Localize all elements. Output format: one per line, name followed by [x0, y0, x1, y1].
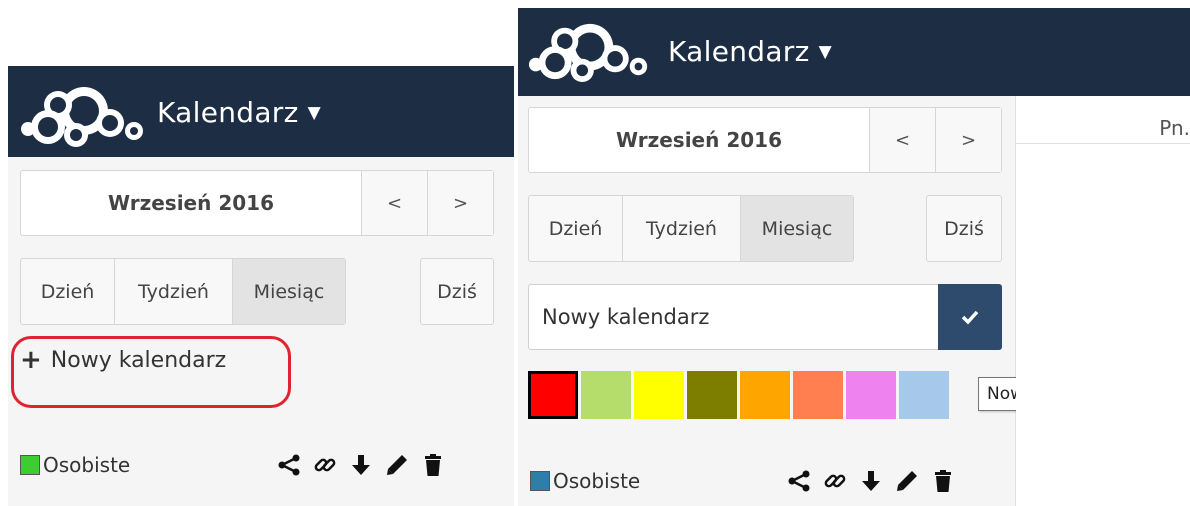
date-picker-button[interactable]: Wrzesień 2016 — [529, 108, 869, 172]
view-switcher: Dzień Tydzień Miesiąc — [528, 195, 854, 262]
owncloud-logo-icon[interactable] — [18, 79, 148, 149]
next-button[interactable]: > — [427, 171, 493, 235]
calendar-name: Osobiste — [553, 469, 641, 493]
new-calendar-link[interactable]: + Nowy kalendarz — [20, 347, 226, 373]
color-palette — [528, 371, 952, 419]
date-picker-button[interactable]: Wrzesień 2016 — [21, 171, 361, 235]
app-header: Kalendarz ▼ — [8, 66, 514, 157]
download-icon[interactable] — [348, 452, 374, 478]
new-calendar-input[interactable] — [528, 284, 938, 350]
color-swatch[interactable] — [687, 371, 737, 419]
app-menu-button[interactable]: Kalendarz ▼ — [668, 35, 832, 68]
view-month-button[interactable]: Miesiąc — [233, 259, 345, 324]
confirm-button[interactable] — [938, 284, 1002, 350]
pencil-icon[interactable] — [384, 452, 410, 478]
new-calendar-form — [528, 284, 1002, 350]
view-day-button[interactable]: Dzień — [529, 196, 623, 261]
previous-button[interactable]: < — [361, 171, 427, 235]
left-screenshot: Kalendarz ▼ Wrzesień 2016 < > Dzień Tydz… — [8, 66, 514, 506]
calendar-color-swatch[interactable] — [20, 455, 40, 475]
view-day-button[interactable]: Dzień — [21, 259, 115, 324]
caret-down-icon: ▼ — [307, 102, 321, 123]
app-title: Kalendarz — [157, 96, 299, 129]
view-month-button[interactable]: Miesiąc — [741, 196, 853, 261]
today-button[interactable]: Dziś — [420, 258, 494, 325]
app-header: Kalendarz ▼ — [518, 8, 1190, 96]
new-calendar-label: Nowy kalendarz — [50, 347, 227, 373]
color-swatch[interactable] — [740, 371, 790, 419]
calendar-list-item[interactable]: Osobiste — [530, 461, 1010, 501]
date-picker: Wrzesień 2016 < > — [20, 170, 494, 236]
previous-button[interactable]: < — [869, 108, 935, 172]
checkmark-icon — [961, 310, 979, 325]
view-switcher: Dzień Tydzień Miesiąc — [20, 258, 346, 325]
color-swatch[interactable] — [899, 371, 949, 419]
share-icon[interactable] — [786, 468, 812, 494]
date-picker: Wrzesień 2016 < > — [528, 107, 1002, 173]
app-menu-button[interactable]: Kalendarz ▼ — [157, 96, 321, 129]
calendar-actions — [276, 452, 456, 478]
calendar-name: Osobiste — [43, 453, 131, 477]
header-divider — [1016, 143, 1190, 144]
caret-down-icon: ▼ — [818, 41, 832, 62]
sidebar: Wrzesień 2016 < > Dzień Tydzień Miesiąc … — [8, 157, 514, 506]
color-swatch[interactable] — [846, 371, 896, 419]
view-week-button[interactable]: Tydzień — [623, 196, 741, 261]
pencil-icon[interactable] — [894, 468, 920, 494]
download-icon[interactable] — [858, 468, 884, 494]
app-title: Kalendarz — [668, 35, 810, 68]
calendar-actions — [786, 468, 966, 494]
plus-icon: + — [20, 345, 42, 375]
right-screenshot: Kalendarz ▼ Wrzesień 2016 < > Dzień Tydz… — [518, 8, 1190, 506]
day-column-header: Pn. — [1159, 116, 1190, 140]
color-swatch[interactable] — [528, 371, 578, 419]
trash-icon[interactable] — [420, 452, 446, 478]
sidebar: Wrzesień 2016 < > Dzień Tydzień Miesiąc … — [518, 96, 1132, 506]
calendar-main-area: Pn. — [1016, 96, 1190, 506]
share-icon[interactable] — [276, 452, 302, 478]
calendar-list-item[interactable]: Osobiste — [20, 445, 500, 485]
view-week-button[interactable]: Tydzień — [115, 259, 233, 324]
color-swatch[interactable] — [581, 371, 631, 419]
today-button[interactable]: Dziś — [926, 195, 1002, 262]
link-icon[interactable] — [312, 452, 338, 478]
calendar-color-swatch[interactable] — [530, 471, 550, 491]
trash-icon[interactable] — [930, 468, 956, 494]
owncloud-logo-icon[interactable] — [526, 16, 652, 84]
next-button[interactable]: > — [935, 108, 1001, 172]
link-icon[interactable] — [822, 468, 848, 494]
color-swatch[interactable] — [793, 371, 843, 419]
color-swatch[interactable] — [634, 371, 684, 419]
